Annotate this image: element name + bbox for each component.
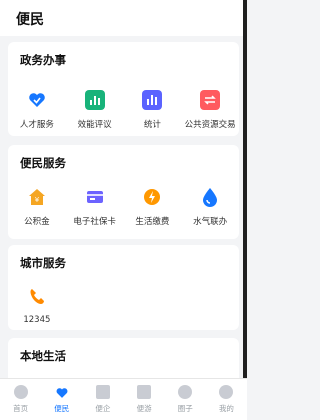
convenience-services-title: 便民服务 [20,156,66,170]
service-talent[interactable]: 人才服务 [8,90,66,130]
travel-icon [137,385,152,399]
page-title: 便民 [16,12,44,28]
service-housing-fund-label: 公积金 [24,217,50,227]
city-services-grid: 12345 [8,287,239,325]
water-drop-icon [200,187,220,207]
community-icon [178,385,193,399]
service-evaluation[interactable]: 效能评议 [66,90,124,130]
service-water-gas-label: 水气联办 [193,217,228,227]
service-hotline-12345[interactable]: 12345 [8,287,66,325]
social-security-card-icon [85,187,105,207]
service-evaluation-label: 效能评议 [77,120,112,130]
convenience-services-grid: ¥ 公积金 电子社保卡 生活缴费 水气联办 [8,187,239,227]
local-life-title: 本地生活 [20,349,66,363]
statistics-icon [142,90,163,110]
bar-chart-icon [84,90,105,110]
tab-community[interactable]: 圈子 [165,379,206,420]
gov-services-grid: 人才服务 效能评议 统计 公共资源交易 [8,90,239,130]
tab-travel-label: 便游 [136,404,152,413]
payment-icon [142,187,162,207]
tab-convenience[interactable]: 便民 [41,379,82,420]
tab-enterprise-label: 便企 [95,404,111,413]
service-water-gas[interactable]: 水气联办 [181,187,239,227]
city-services-card: 城市服务 12345 [8,245,239,330]
service-housing-fund[interactable]: ¥ 公积金 [8,187,66,227]
service-bill-payment-label: 生活缴费 [135,217,170,227]
service-social-card-label: 电子社保卡 [73,217,116,227]
gov-services-title: 政务办事 [20,53,66,67]
window-edge [243,0,247,400]
service-talent-label: 人才服务 [19,120,54,130]
tab-travel[interactable]: 便游 [124,379,165,420]
enterprise-icon [95,385,110,399]
gov-services-card: 政务办事 人才服务 效能评议 统计 公共资源交易 [8,42,239,136]
service-public-resource[interactable]: 公共资源交易 [181,90,239,130]
service-bill-payment[interactable]: 生活缴费 [124,187,182,227]
service-social-card[interactable]: 电子社保卡 [66,187,124,227]
tab-convenience-label: 便民 [54,404,70,413]
service-statistics[interactable]: 统计 [124,90,182,130]
svg-text:¥: ¥ [35,196,40,204]
tab-community-label: 圈子 [177,404,193,413]
bottom-tab-bar: 首页 便民 便企 便游 圈子 我的 [0,378,247,420]
convenience-services-card: 便民服务 ¥ 公积金 电子社保卡 生活缴费 水气联办 [8,145,239,239]
local-life-card: 本地生活 [8,338,239,378]
service-public-resource-label: 公共资源交易 [184,120,236,130]
tab-home[interactable]: 首页 [0,379,41,420]
profile-icon [219,385,234,399]
home-icon [13,385,28,399]
heart-icon [55,385,69,399]
top-header: 便民 [0,0,247,36]
tab-profile-label: 我的 [218,404,234,413]
exchange-icon [200,90,221,110]
tab-home-label: 首页 [13,404,29,413]
tab-enterprise[interactable]: 便企 [82,379,123,420]
tab-profile[interactable]: 我的 [206,379,247,420]
service-hotline-label: 12345 [23,315,51,325]
phone-icon [27,287,47,307]
house-fund-icon: ¥ [27,187,47,207]
city-services-title: 城市服务 [20,256,66,270]
heart-icon [27,90,47,110]
service-statistics-label: 统计 [143,120,161,130]
